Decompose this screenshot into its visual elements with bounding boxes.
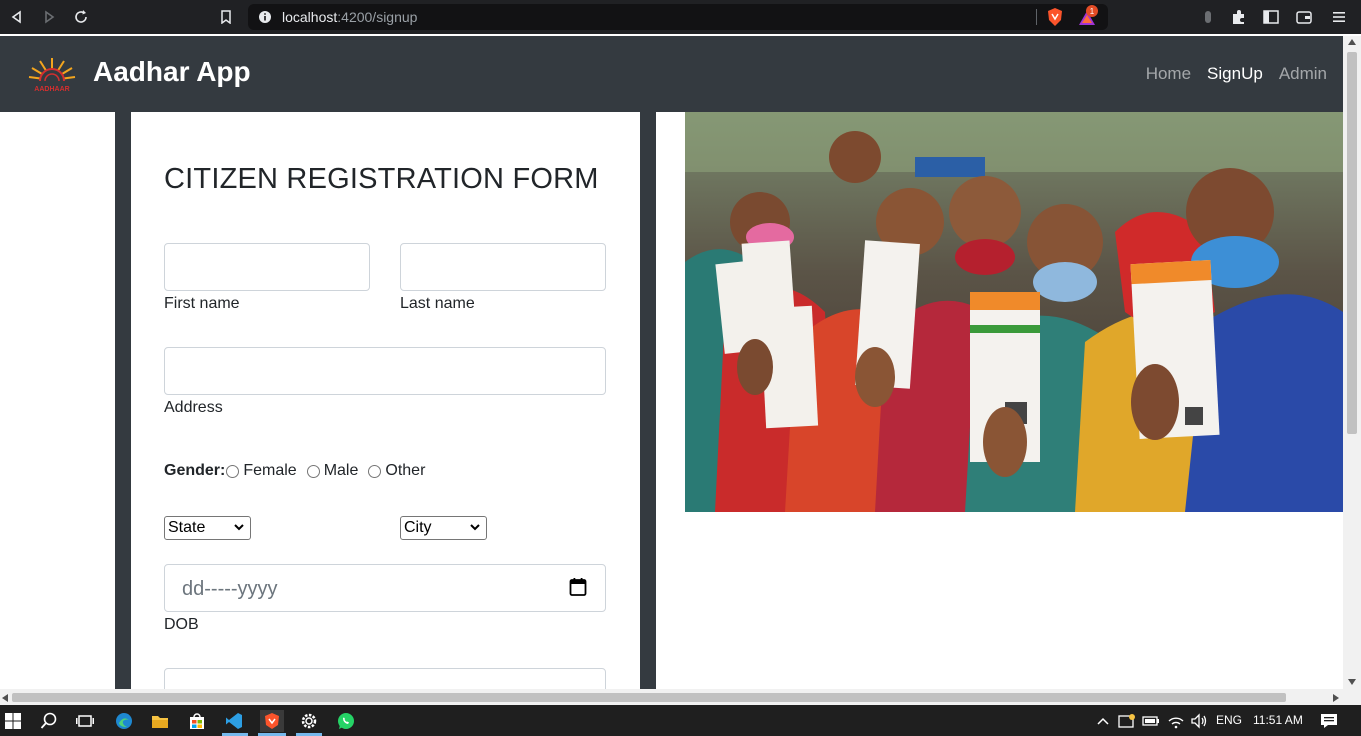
wallet-icon[interactable] (1293, 6, 1315, 28)
extensions-icon[interactable] (1228, 6, 1250, 28)
url-path: :4200/signup (337, 9, 418, 25)
nav-link-admin[interactable]: Admin (1279, 64, 1327, 84)
url-host: localhost (282, 9, 338, 25)
brave-rewards-icon[interactable]: 1 (1078, 5, 1100, 28)
chevron-down-icon (470, 524, 480, 531)
state-select-value: State (168, 519, 206, 536)
last-name-input[interactable] (400, 243, 606, 291)
female-label: Female (243, 462, 297, 479)
gender-label: Gender: (164, 462, 226, 479)
city-select[interactable]: City (400, 516, 487, 540)
menu-icon[interactable] (1328, 6, 1350, 28)
dob-label: DOB (164, 616, 199, 633)
web-page: AADHAAR Aadhar App Home SignUp Admin CIT… (0, 36, 1343, 689)
nav-links: Home SignUp Admin (1146, 64, 1327, 84)
file-explorer-icon[interactable] (149, 710, 171, 732)
address-bar[interactable]: localhost:4200/signup 1 (248, 4, 1108, 30)
notifications-icon[interactable] (1318, 710, 1340, 732)
brand-title[interactable]: Aadhar App (93, 56, 251, 88)
city-select-value: City (404, 519, 432, 536)
scroll-down-icon[interactable] (1348, 679, 1356, 685)
store-icon[interactable] (186, 710, 208, 732)
registration-card: CITIZEN REGISTRATION FORM First name Las… (131, 112, 640, 689)
female-radio[interactable] (226, 464, 240, 478)
rewards-badge: 1 (1086, 5, 1098, 17)
male-label: Male (323, 462, 359, 479)
battery-icon[interactable] (1140, 710, 1162, 732)
reload-icon[interactable] (70, 6, 92, 28)
form-frame-right (640, 112, 656, 689)
dob-input[interactable]: dd-----yyyy (164, 564, 606, 612)
vpn-icon[interactable] (1197, 6, 1219, 28)
nav-link-signup[interactable]: SignUp (1207, 64, 1263, 84)
windows-taskbar: ENG 11:51 AM (0, 705, 1361, 736)
whatsapp-icon[interactable] (335, 710, 357, 732)
other-radio[interactable] (368, 464, 382, 478)
settings-gear-icon[interactable] (298, 710, 320, 732)
calendar-icon[interactable] (569, 577, 587, 597)
forward-icon[interactable] (38, 6, 60, 28)
dob-placeholder: dd-----yyyy (182, 578, 278, 600)
scroll-right-icon[interactable] (1333, 694, 1339, 702)
first-name-input[interactable] (164, 243, 370, 291)
task-view-icon[interactable] (74, 710, 96, 732)
brave-shield-icon[interactable] (1046, 7, 1064, 27)
citizens-photo (685, 112, 1343, 512)
wifi-icon[interactable] (1165, 710, 1187, 732)
windows-start-icon[interactable] (2, 710, 24, 732)
scroll-left-icon[interactable] (2, 694, 8, 702)
brave-taskbar-icon[interactable] (260, 710, 284, 732)
first-name-label: First name (164, 295, 240, 312)
gender-option-female[interactable]: Female (225, 462, 297, 480)
form-frame-left (115, 112, 131, 689)
horizontal-scroll-thumb[interactable] (12, 693, 1286, 702)
keyboard-tray-icon[interactable] (1116, 710, 1138, 732)
other-label: Other (385, 462, 426, 479)
nav-link-home[interactable]: Home (1146, 64, 1191, 84)
last-name-label: Last name (400, 295, 475, 312)
horizontal-scrollbar[interactable] (0, 689, 1361, 705)
chevron-up-icon[interactable] (1092, 710, 1114, 732)
back-icon[interactable] (6, 6, 28, 28)
gender-group: Gender: Female Male Other (164, 462, 434, 480)
vscode-icon[interactable] (223, 710, 245, 732)
male-radio[interactable] (306, 464, 320, 478)
address-label: Address (164, 399, 223, 416)
form-title: CITIZEN REGISTRATION FORM (164, 163, 599, 195)
logo-text: AADHAAR (34, 86, 69, 93)
vertical-scroll-thumb[interactable] (1347, 52, 1357, 434)
chevron-down-icon (234, 524, 244, 531)
next-input[interactable] (164, 668, 606, 689)
volume-icon[interactable] (1188, 710, 1210, 732)
vertical-scrollbar[interactable] (1343, 36, 1361, 689)
bookmark-icon[interactable] (215, 6, 237, 28)
search-icon[interactable] (38, 710, 60, 732)
site-info-icon[interactable] (258, 10, 272, 24)
gender-option-other[interactable]: Other (367, 462, 425, 480)
browser-toolbar: localhost:4200/signup 1 (0, 0, 1361, 34)
app-navbar: AADHAAR Aadhar App Home SignUp Admin (0, 36, 1343, 112)
edge-icon[interactable] (113, 710, 135, 732)
scroll-up-icon[interactable] (1348, 39, 1356, 45)
sidebar-icon[interactable] (1260, 6, 1282, 28)
clock[interactable]: 11:51 AM (1253, 713, 1303, 727)
url-divider (1036, 9, 1037, 25)
address-input[interactable] (164, 347, 606, 395)
gender-option-male[interactable]: Male (306, 462, 359, 480)
state-select[interactable]: State (164, 516, 251, 540)
language-indicator[interactable]: ENG (1216, 713, 1242, 727)
aadhaar-logo[interactable]: AADHAAR (26, 54, 78, 94)
